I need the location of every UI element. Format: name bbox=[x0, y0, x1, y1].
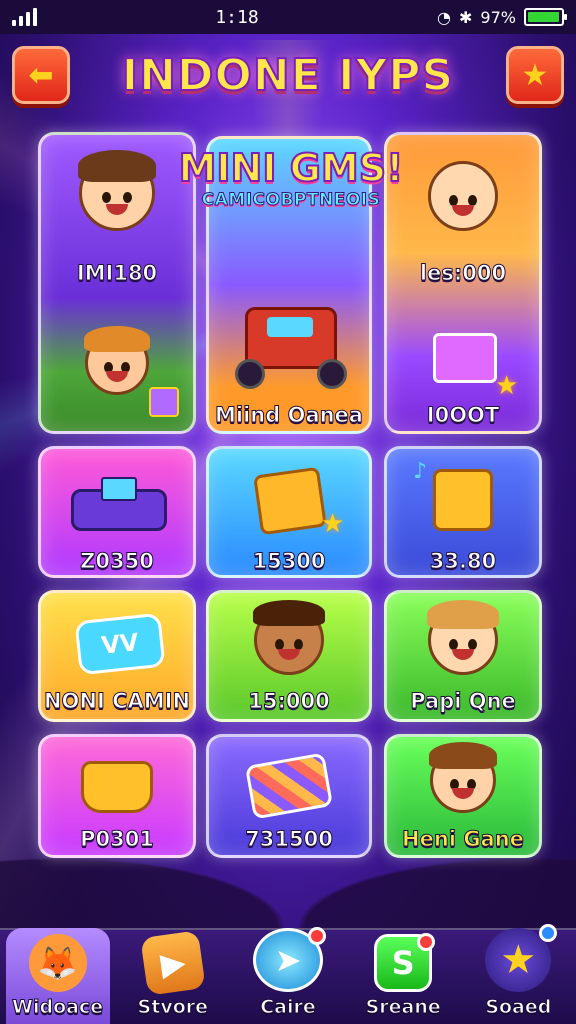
game-card[interactable]: 15:000 bbox=[206, 590, 372, 722]
star-icon: ★ bbox=[495, 371, 519, 401]
nav-item-widoace[interactable]: 🦊 Widoace bbox=[5, 928, 110, 1024]
gift-cube-icon bbox=[149, 387, 179, 417]
favorite-button[interactable]: ★ bbox=[506, 46, 564, 104]
game-card[interactable]: 731500 bbox=[206, 734, 372, 858]
gift-box-icon bbox=[433, 333, 497, 383]
battery-percent: 97% bbox=[480, 7, 516, 27]
status-bar: 1:18 ◔ ✱ 97% bbox=[0, 0, 576, 34]
treasure-pot-icon bbox=[81, 761, 153, 813]
game-card[interactable]: P0301 bbox=[38, 734, 196, 858]
nav-item-soaed[interactable]: ★ Soaed bbox=[466, 924, 570, 1024]
baby-party-icon bbox=[428, 161, 498, 231]
store-icon: ▶ bbox=[140, 930, 206, 996]
star-icon: ★ bbox=[485, 924, 558, 992]
page-title: INDONE IYPS bbox=[121, 49, 455, 102]
game-card[interactable]: VV NONI CAMIN bbox=[38, 590, 196, 722]
card-label: P0301 bbox=[80, 827, 155, 852]
star-icon: ★ bbox=[321, 509, 345, 539]
fox-icon: 🦊 bbox=[28, 934, 87, 992]
card-label: I0OOT bbox=[426, 403, 500, 428]
battery-icon bbox=[523, 8, 567, 26]
nav-item-caire[interactable]: ➤ Caire bbox=[236, 927, 340, 1024]
game-card[interactable]: IMI180 bbox=[38, 132, 196, 434]
card-label: 15:000 bbox=[248, 689, 330, 714]
bottom-nav: 🦊 Widoace ▶ Stvore ➤ Caire S Sreane ★ So… bbox=[0, 924, 576, 1024]
card-label: 15300 bbox=[252, 549, 326, 574]
play-icon: ➤ bbox=[252, 927, 326, 992]
puzzle-cube-icon bbox=[253, 466, 327, 536]
nav-item-stvore[interactable]: ▶ Stvore bbox=[121, 928, 225, 1024]
candy-block-icon bbox=[244, 752, 334, 820]
kid-avatar-icon bbox=[429, 742, 497, 813]
game-card[interactable]: Papi Qne bbox=[384, 590, 542, 722]
game-card[interactable]: ♪ 33.80 bbox=[384, 446, 542, 578]
card-label: 731500 bbox=[245, 827, 334, 852]
game-card[interactable]: ★ 15300 bbox=[206, 446, 372, 578]
notification-dot bbox=[539, 924, 558, 942]
featured-banner: MINI GMS! CAMICOBPTNEOIS bbox=[178, 145, 405, 211]
notification-dot bbox=[307, 927, 326, 945]
card-label: Miind Oanea bbox=[215, 403, 364, 428]
star-icon: ★ bbox=[521, 57, 549, 93]
nav-item-sreane[interactable]: S Sreane bbox=[351, 928, 455, 1024]
signal-icon bbox=[12, 8, 37, 26]
alarm-icon: ◔ bbox=[437, 7, 452, 27]
party-kid-icon bbox=[84, 326, 150, 395]
s-icon: S bbox=[374, 933, 436, 992]
music-box-icon bbox=[433, 469, 493, 531]
clock: 1:18 bbox=[215, 6, 259, 28]
candy-icon: VV bbox=[74, 612, 166, 676]
boy-avatar-icon bbox=[78, 150, 156, 231]
game-card[interactable]: Z0350 bbox=[38, 446, 196, 578]
back-button[interactable]: ⬅ bbox=[12, 46, 70, 104]
girl-avatar-icon bbox=[427, 600, 499, 675]
card-label: les:000 bbox=[419, 261, 507, 286]
card-label: Papi Qne bbox=[410, 689, 517, 714]
card-label: Z0350 bbox=[80, 549, 155, 574]
curly-kid-icon bbox=[253, 600, 325, 675]
card-label: Heni Gane bbox=[402, 827, 525, 852]
card-label: IMI180 bbox=[76, 261, 158, 286]
card-label: NONI CAMIN bbox=[43, 689, 191, 714]
game-card[interactable]: les:000 ★ I0OOT bbox=[384, 132, 542, 434]
arrow-left-icon: ⬅ bbox=[28, 57, 54, 93]
game-card[interactable]: Heni Gane bbox=[384, 734, 542, 858]
card-label: 33.80 bbox=[429, 549, 497, 574]
bluetooth-icon: ✱ bbox=[459, 7, 473, 27]
header: ⬅ INDONE IYPS ★ bbox=[0, 40, 576, 120]
music-note-icon: ♪ bbox=[413, 459, 428, 484]
notification-dot bbox=[417, 933, 436, 951]
